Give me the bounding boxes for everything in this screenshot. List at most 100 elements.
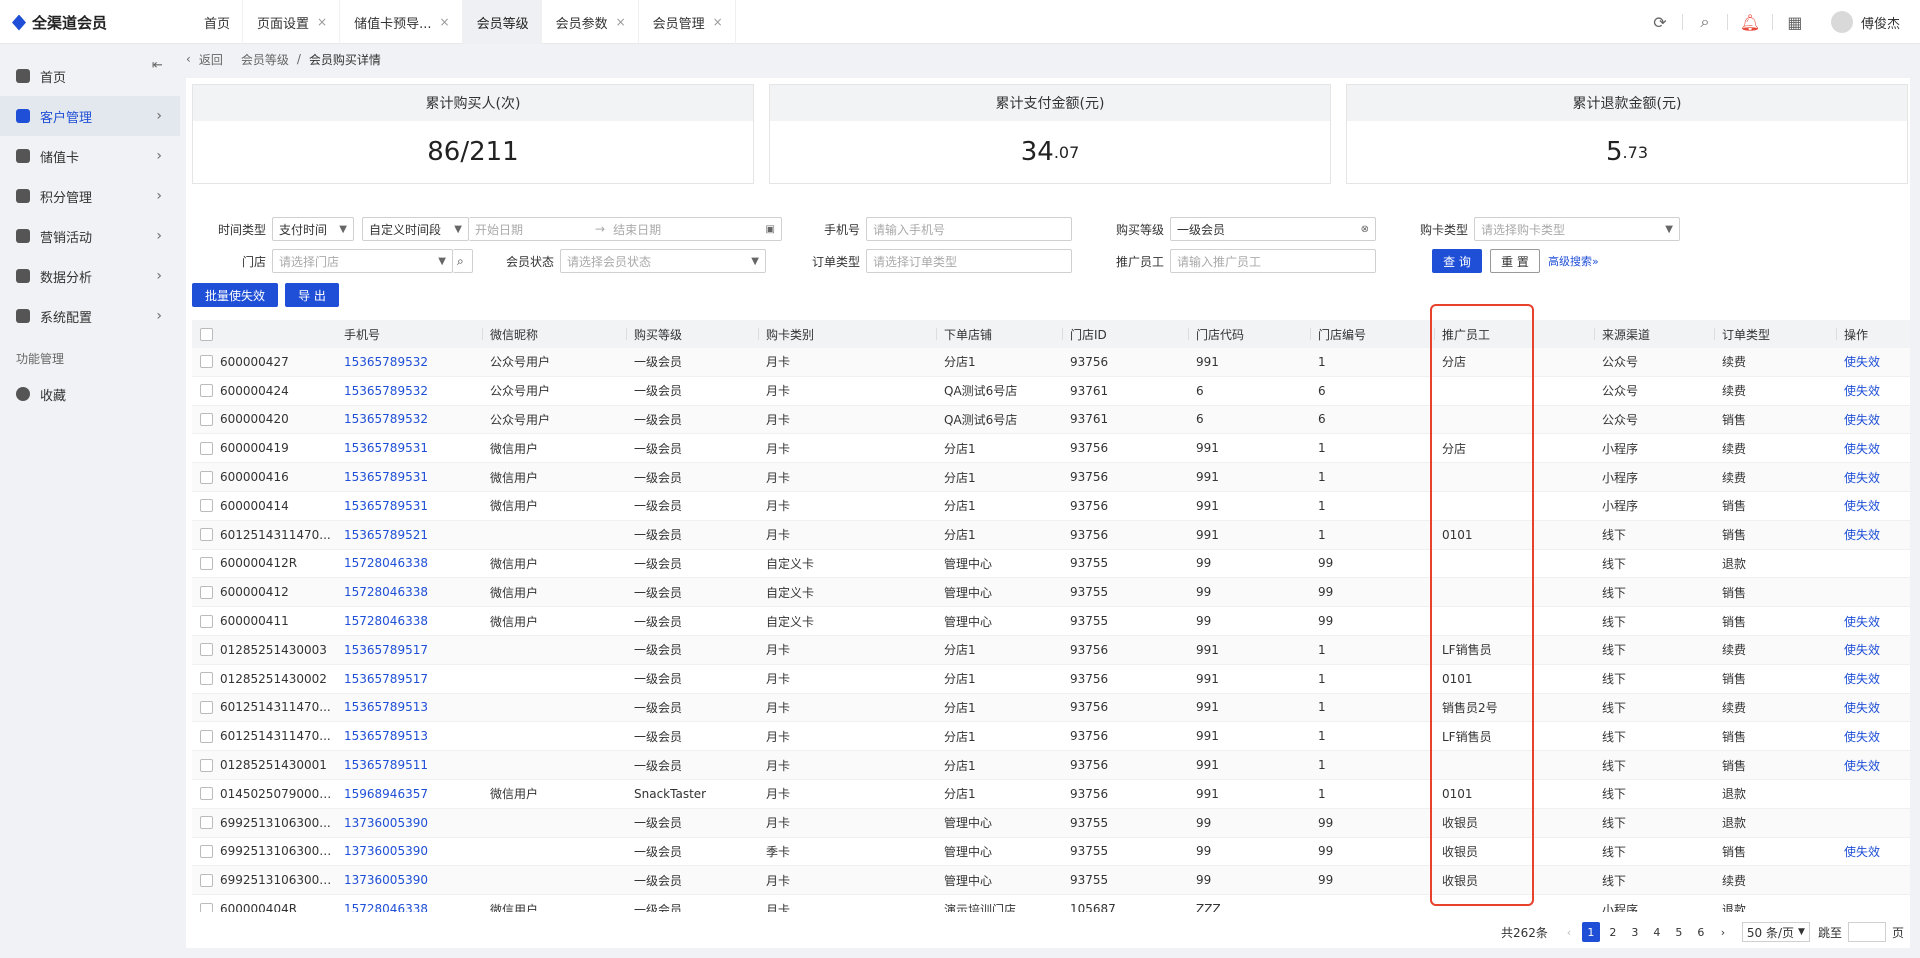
- invalidate-link[interactable]: 使失效: [1844, 440, 1880, 457]
- row-checkbox[interactable]: [200, 729, 213, 743]
- advanced-search-link[interactable]: 高级搜索»: [1548, 253, 1599, 269]
- page-button[interactable]: 5: [1670, 922, 1688, 942]
- invalidate-link[interactable]: 使失效: [1844, 353, 1880, 370]
- page-button[interactable]: 4: [1648, 922, 1666, 942]
- sidebar-item-4[interactable]: 营销活动 ›: [0, 216, 180, 256]
- tab-4[interactable]: 会员参数 ×: [542, 0, 639, 44]
- row-checkbox[interactable]: [200, 470, 213, 484]
- row-checkbox[interactable]: [200, 902, 213, 912]
- query-button[interactable]: 查 询: [1432, 249, 1482, 273]
- avatar[interactable]: [1830, 11, 1853, 33]
- row-checkbox[interactable]: [200, 700, 213, 714]
- phone-link[interactable]: 15728046338: [344, 902, 428, 912]
- reset-button[interactable]: 重 置: [1490, 249, 1540, 273]
- page-button[interactable]: 2: [1604, 922, 1622, 942]
- row-checkbox[interactable]: [200, 556, 213, 570]
- phone-link[interactable]: 15365789531: [344, 441, 428, 455]
- prev-page-icon[interactable]: ‹: [1560, 922, 1578, 942]
- user-name[interactable]: 傅俊杰: [1861, 13, 1900, 32]
- bell-icon[interactable]: 🔔︎: [1740, 12, 1760, 32]
- phone-link[interactable]: 15365789531: [344, 499, 428, 513]
- phone-link[interactable]: 15365789532: [344, 355, 428, 369]
- phone-input[interactable]: 请输入手机号: [866, 217, 1072, 241]
- row-checkbox[interactable]: [200, 643, 213, 657]
- invalidate-link[interactable]: 使失效: [1844, 843, 1880, 860]
- row-checkbox[interactable]: [200, 614, 213, 628]
- level-input[interactable]: 一级会员 ⊗: [1170, 217, 1376, 241]
- page-button[interactable]: 6: [1692, 922, 1710, 942]
- row-checkbox[interactable]: [200, 499, 213, 513]
- sidebar-item-2[interactable]: 储值卡 ›: [0, 136, 180, 176]
- row-checkbox[interactable]: [200, 787, 213, 801]
- page-button[interactable]: 1: [1581, 922, 1600, 942]
- export-button[interactable]: 导 出: [285, 283, 339, 307]
- row-checkbox[interactable]: [200, 844, 213, 858]
- row-checkbox[interactable]: [200, 441, 213, 455]
- staff-input[interactable]: 请输入推广员工: [1170, 249, 1376, 273]
- phone-link[interactable]: 15728046338: [344, 585, 428, 599]
- tab-3[interactable]: 会员等级: [462, 0, 542, 44]
- clear-icon[interactable]: ⊗: [1361, 224, 1369, 235]
- sidebar-item-1[interactable]: 客户管理 ›: [0, 96, 180, 136]
- phone-link[interactable]: 15365789513: [344, 700, 428, 714]
- invalidate-link[interactable]: 使失效: [1844, 641, 1880, 658]
- phone-link[interactable]: 15728046338: [344, 556, 428, 570]
- page-size-select[interactable]: 50 条/页 ▼: [1741, 922, 1810, 942]
- phone-link[interactable]: 13736005390: [344, 816, 428, 830]
- phone-link[interactable]: 13736005390: [344, 873, 428, 887]
- back-link[interactable]: 返回: [199, 51, 223, 68]
- invalidate-link[interactable]: 使失效: [1844, 497, 1880, 514]
- start-date-input[interactable]: 开始日期: [475, 221, 523, 238]
- card-type-select[interactable]: 请选择购卡类型 ▼: [1474, 217, 1680, 241]
- search-icon[interactable]: ⌕: [1695, 12, 1715, 32]
- row-checkbox[interactable]: [200, 585, 213, 599]
- tab-1[interactable]: 页面设置 ×: [243, 0, 341, 44]
- tab-5[interactable]: 会员管理 ×: [639, 0, 736, 44]
- tab-2[interactable]: 储值卡预导... ×: [340, 0, 463, 44]
- sidebar-item-3[interactable]: 积分管理 ›: [0, 176, 180, 216]
- phone-link[interactable]: 15365789531: [344, 470, 428, 484]
- row-checkbox[interactable]: [200, 873, 213, 887]
- date-range-picker[interactable]: 开始日期 → 结束日期 ▣: [469, 217, 782, 241]
- phone-link[interactable]: 15968946357: [344, 787, 428, 801]
- sidebar-item-5[interactable]: 数据分析 ›: [0, 256, 180, 296]
- jump-page-input[interactable]: [1847, 922, 1886, 942]
- invalidate-link[interactable]: 使失效: [1844, 728, 1880, 745]
- row-checkbox[interactable]: [200, 672, 213, 686]
- end-date-input[interactable]: 结束日期: [613, 221, 661, 238]
- row-checkbox[interactable]: [200, 384, 213, 398]
- phone-link[interactable]: 13736005390: [344, 844, 428, 858]
- store-search-button[interactable]: ⌕: [453, 249, 473, 273]
- invalidate-link[interactable]: 使失效: [1844, 757, 1880, 774]
- time-range-select[interactable]: 自定义时间段 ▼: [362, 217, 469, 241]
- phone-link[interactable]: 15365789517: [344, 672, 428, 686]
- order-type-input[interactable]: 请选择订单类型: [866, 249, 1072, 273]
- calendar-icon[interactable]: ▣: [766, 224, 775, 235]
- phone-link[interactable]: 15365789511: [344, 758, 428, 772]
- phone-link[interactable]: 15365789513: [344, 729, 428, 743]
- row-checkbox[interactable]: [200, 816, 213, 830]
- close-icon[interactable]: ×: [616, 15, 626, 29]
- invalidate-link[interactable]: 使失效: [1844, 670, 1880, 687]
- breadcrumb-parent[interactable]: 会员等级: [241, 51, 289, 68]
- collapse-sidebar-icon[interactable]: ⇤: [152, 58, 163, 73]
- phone-link[interactable]: 15728046338: [344, 614, 428, 628]
- invalidate-link[interactable]: 使失效: [1844, 469, 1880, 486]
- close-icon[interactable]: ×: [713, 15, 723, 29]
- app-logo[interactable]: 全渠道会员: [12, 12, 107, 33]
- phone-link[interactable]: 15365789532: [344, 412, 428, 426]
- close-icon[interactable]: ×: [317, 15, 327, 29]
- row-checkbox[interactable]: [200, 758, 213, 772]
- refresh-icon[interactable]: ⟳: [1650, 12, 1670, 32]
- invalidate-link[interactable]: 使失效: [1844, 411, 1880, 428]
- next-page-icon[interactable]: ›: [1714, 922, 1732, 942]
- tab-0[interactable]: 首页: [190, 0, 244, 44]
- sidebar-item-6[interactable]: 系统配置 ›: [0, 296, 180, 336]
- close-icon[interactable]: ×: [440, 15, 450, 29]
- invalidate-link[interactable]: 使失效: [1844, 699, 1880, 716]
- invalidate-link[interactable]: 使失效: [1844, 526, 1880, 543]
- apps-grid-icon[interactable]: ▦: [1785, 12, 1805, 32]
- invalidate-link[interactable]: 使失效: [1844, 613, 1880, 630]
- phone-link[interactable]: 15365789532: [344, 384, 428, 398]
- time-type-select[interactable]: 支付时间 ▼: [272, 217, 354, 241]
